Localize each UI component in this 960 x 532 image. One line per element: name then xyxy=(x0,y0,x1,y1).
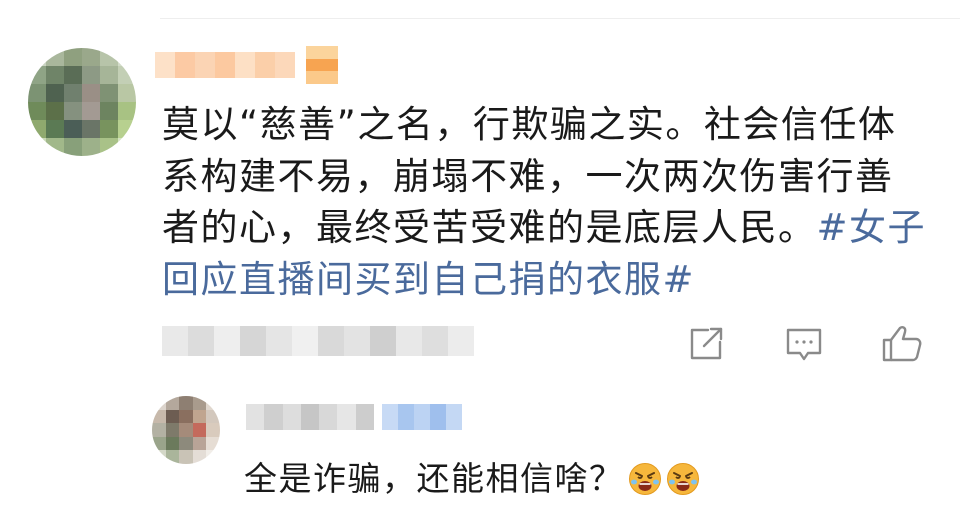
comment-line-3: 者的心，最终受苦受难的是底层人民。#女子 xyxy=(162,202,942,254)
hashtag-link-end[interactable]: 回应直播间买到自己捐的衣服# xyxy=(162,258,695,301)
reply-text: 全是诈骗，还能相信啥？ xyxy=(244,459,624,498)
angry-face-icon xyxy=(628,462,662,496)
reply-body: 全是诈骗，还能相信啥？ xyxy=(244,457,700,501)
commenter-badge xyxy=(306,46,338,84)
comment-line-3-text: 者的心，最终受苦受难的是底层人民。 xyxy=(162,206,817,249)
reply-name[interactable] xyxy=(246,404,374,430)
angry-face-icon xyxy=(666,462,700,496)
share-icon[interactable] xyxy=(682,320,730,368)
hashtag-link-start[interactable]: #女子 xyxy=(817,206,927,249)
comment-line-2: 系构建不易，崩塌不难，一次两次伤害行善 xyxy=(162,154,894,198)
commenter-name[interactable] xyxy=(155,52,295,78)
comment-actions xyxy=(0,320,960,368)
comment-line-1: 莫以“慈善”之名，行欺骗之实。社会信任体 xyxy=(162,103,897,146)
commenter-avatar[interactable] xyxy=(28,48,136,156)
reply-badge xyxy=(382,404,462,430)
like-icon[interactable] xyxy=(878,320,926,368)
comment-icon[interactable] xyxy=(780,320,828,368)
top-divider xyxy=(160,18,960,19)
reply-avatar[interactable] xyxy=(152,396,220,464)
comment-body: 莫以“慈善”之名，行欺骗之实。社会信任体 系构建不易，崩塌不难，一次两次伤害行善… xyxy=(162,99,942,305)
